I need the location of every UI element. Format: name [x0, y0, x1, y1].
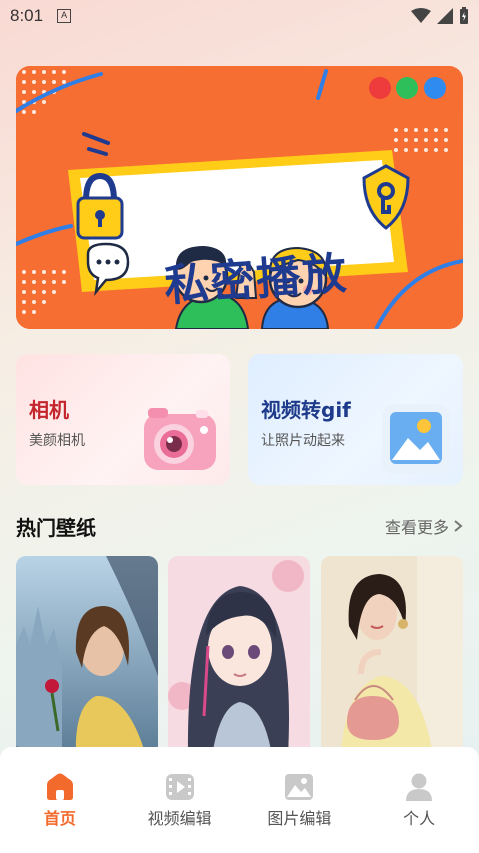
tab-profile-label: 个人	[403, 809, 436, 828]
person-icon	[406, 773, 433, 801]
wallpaper-image-castle	[16, 556, 158, 756]
wallpaper-image-woman-bag	[321, 556, 463, 756]
camera-card[interactable]: 相机 美颜相机	[16, 354, 230, 485]
bottom-tab-bar: 首页 视频编辑 图片编辑 个人	[0, 747, 479, 853]
tab-video-edit-label: 视频编辑	[147, 809, 212, 828]
tab-video-edit[interactable]: 视频编辑	[120, 747, 240, 853]
wallpaper-image-anime-girl	[168, 556, 310, 756]
wallpaper-card-2[interactable]	[168, 556, 310, 756]
gif-card-subtitle: 让照片动起来	[261, 433, 345, 449]
section-title: 热门壁纸	[16, 515, 96, 540]
tab-image-edit[interactable]: 图片编辑	[240, 747, 360, 853]
see-more-label: 查看更多	[384, 518, 449, 537]
gif-card-title: 视频转gif	[261, 398, 351, 422]
signal-icon	[437, 8, 453, 24]
tab-home-label: 首页	[43, 809, 76, 828]
camera-card-subtitle: 美颜相机	[29, 433, 85, 449]
wallpaper-card-3[interactable]	[321, 556, 463, 756]
wifi-icon	[411, 8, 431, 23]
chevron-right-icon	[454, 520, 463, 532]
camera-card-title: 相机	[29, 398, 69, 422]
see-more-link[interactable]: 查看更多	[385, 514, 463, 538]
status-time: 8:01	[10, 6, 44, 25]
tab-image-edit-label: 图片编辑	[267, 809, 332, 828]
video-to-gif-card[interactable]: 视频转gif 让照片动起来	[248, 354, 463, 485]
notification-icon: A	[57, 9, 72, 23]
wallpaper-section-header: 热门壁纸 查看更多	[16, 510, 463, 542]
image-edit-icon	[285, 774, 314, 800]
wallpaper-card-1[interactable]	[16, 556, 158, 756]
home-icon	[46, 773, 73, 800]
picture-icon	[382, 404, 450, 474]
battery-icon	[460, 7, 468, 24]
camera-icon	[144, 408, 216, 470]
tab-profile[interactable]: 个人	[359, 747, 479, 853]
tab-home[interactable]: 首页	[0, 747, 120, 853]
status-bar: 8:01 A	[0, 0, 479, 32]
private-play-banner[interactable]: 私密播放	[16, 66, 463, 329]
video-edit-icon	[165, 774, 194, 800]
